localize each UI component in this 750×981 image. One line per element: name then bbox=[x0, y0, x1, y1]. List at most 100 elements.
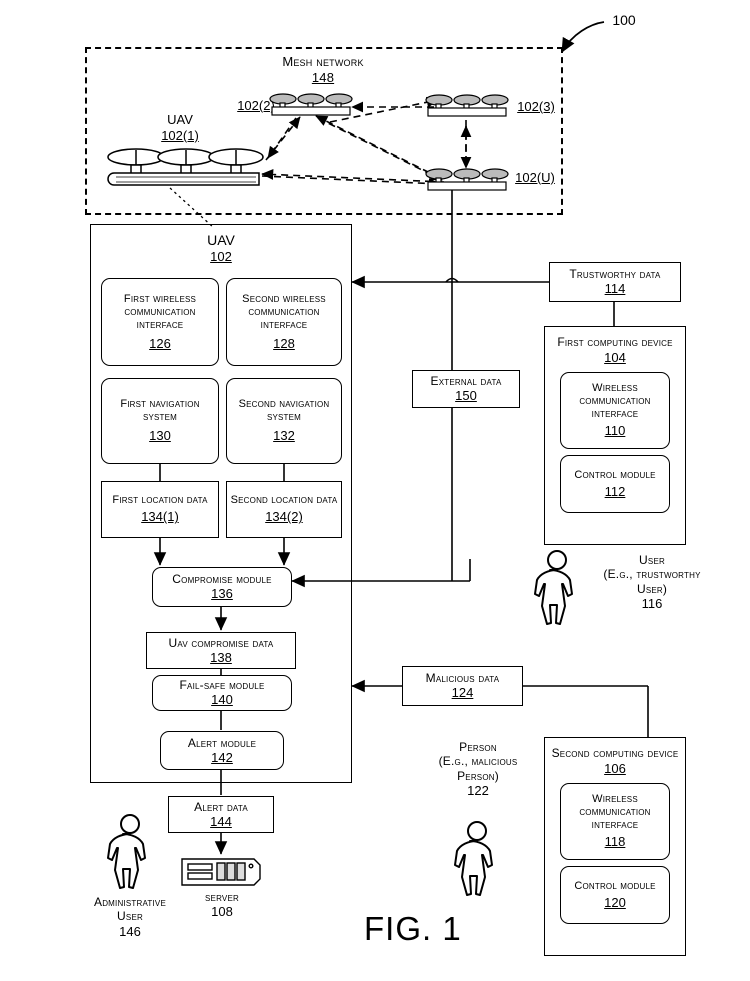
drone-icon-uav1 bbox=[107, 148, 264, 186]
fail-safe-module[interactable]: Fail-safe module 140 bbox=[152, 675, 292, 711]
alert-module[interactable]: Alert module 142 bbox=[160, 731, 284, 770]
first-navigation-system-ref: 130 bbox=[149, 428, 171, 444]
uav-compromise-data[interactable]: UAV compromise data 138 bbox=[146, 632, 296, 669]
external-data[interactable]: External Data 150 bbox=[412, 370, 520, 408]
system-ref-100: 100 bbox=[604, 12, 644, 29]
second-wireless-communication-interface[interactable]: Second wireless communication interface … bbox=[226, 278, 342, 366]
administrative-user-line1: Administrative bbox=[93, 895, 166, 909]
second-device-control-module[interactable]: Control module 120 bbox=[560, 865, 670, 924]
second-navigation-system-label: Second navigation system bbox=[238, 398, 330, 424]
patent-figure-page: Mesh Network 148 UAV 102(1) 102(2) 102(3… bbox=[0, 0, 750, 981]
administrative-user-ref: 146 bbox=[119, 923, 141, 939]
malicious-person-line3: person) bbox=[457, 768, 499, 783]
malicious-person-caption: Person (e.g., malicious person) 122 bbox=[420, 740, 536, 799]
first-computing-device-ref: 104 bbox=[604, 350, 626, 366]
first-location-data[interactable]: First location data 134(1) bbox=[101, 481, 219, 538]
mesh-network-ref: 148 bbox=[311, 69, 335, 85]
alert-data-ref: 144 bbox=[210, 813, 232, 829]
trustworthy-user-line2: (e.g., trustworthy bbox=[603, 567, 701, 582]
first-location-data-ref: 134(1) bbox=[141, 509, 179, 525]
alert-module-ref: 142 bbox=[211, 749, 233, 765]
second-device-wci-ref: 118 bbox=[604, 834, 626, 849]
trustworthy-data[interactable]: Trustworthy data 114 bbox=[549, 262, 681, 302]
second-computing-device[interactable]: Second computing device 106 Wireless com… bbox=[544, 737, 686, 956]
second-wireless-communication-interface-label: Second wireless communication interface bbox=[242, 292, 326, 331]
trustworthy-user-icon bbox=[534, 550, 573, 625]
mesh-uav1-caption: UAV 102(1) bbox=[140, 112, 220, 143]
mesh-network-title-text: Mesh Network bbox=[282, 54, 364, 69]
malicious-person-icon bbox=[454, 821, 493, 896]
alert-module-label: Alert module bbox=[187, 735, 257, 750]
drone-icon-uav2 bbox=[269, 93, 353, 116]
uav-title: UAV 102 bbox=[176, 232, 266, 264]
malicious-data-label: Malicious data bbox=[425, 671, 500, 686]
drone-icon-uavU bbox=[425, 168, 509, 191]
first-computing-device-label: First computing device bbox=[557, 335, 673, 349]
mesh-uav3-ref: 102(3) bbox=[508, 99, 564, 115]
system-ref-text: 100 bbox=[612, 12, 636, 28]
administrative-user-caption: Administrative user 146 bbox=[78, 895, 182, 939]
compromise-module-label: Compromise module bbox=[172, 572, 272, 587]
alert-data-label: Alert data bbox=[194, 799, 248, 814]
trustworthy-data-label: Trustworthy data bbox=[569, 267, 661, 282]
second-location-data-label: Second location data bbox=[230, 494, 338, 507]
second-device-wireless-communication-interface[interactable]: Wireless communication interface 118 bbox=[560, 782, 670, 860]
first-wireless-communication-interface-label: First wireless communication interface bbox=[123, 292, 197, 331]
server-ref: 108 bbox=[211, 904, 233, 920]
figure-caption-text: FIG. 1 bbox=[364, 910, 462, 947]
second-wireless-communication-interface-ref: 128 bbox=[273, 335, 295, 351]
second-device-control-module-ref: 120 bbox=[604, 894, 626, 910]
mesh-uavU-ref: 102(U) bbox=[504, 170, 566, 186]
figure-caption: FIG. 1 bbox=[364, 910, 462, 948]
uav-compromise-data-label: UAV compromise data bbox=[168, 635, 274, 650]
second-navigation-system[interactable]: Second navigation system 132 bbox=[226, 378, 342, 464]
first-wireless-communication-interface[interactable]: First wireless communication interface 1… bbox=[101, 278, 219, 366]
external-data-ref: 150 bbox=[455, 388, 477, 404]
second-computing-device-ref: 106 bbox=[604, 761, 626, 777]
second-device-control-module-label: Control module bbox=[574, 879, 656, 892]
compromise-module-ref: 136 bbox=[211, 586, 233, 602]
server-icon bbox=[181, 858, 261, 886]
first-navigation-system[interactable]: First navigation system 130 bbox=[101, 378, 219, 464]
malicious-data-ref: 124 bbox=[451, 685, 474, 701]
mesh-uav-label: UAV bbox=[167, 112, 193, 127]
administrative-user-icon bbox=[107, 814, 146, 889]
system-lead-line bbox=[561, 21, 605, 53]
server-title-text: Server bbox=[205, 890, 239, 904]
external-data-label: External Data bbox=[430, 374, 502, 389]
second-location-data[interactable]: Second location data 134(2) bbox=[226, 481, 342, 538]
first-device-control-module-ref: 112 bbox=[604, 483, 626, 499]
first-location-data-label: First location data bbox=[112, 494, 208, 507]
trustworthy-user-ref: 116 bbox=[641, 596, 663, 612]
malicious-person-line1: Person bbox=[459, 740, 497, 754]
mesh-uav3-ref-text: 102(3) bbox=[517, 99, 555, 114]
compromise-module[interactable]: Compromise module 136 bbox=[152, 567, 292, 607]
second-navigation-system-ref: 132 bbox=[273, 428, 295, 444]
alert-data[interactable]: Alert data 144 bbox=[168, 796, 274, 833]
second-device-wci-label: Wireless communication interface bbox=[579, 793, 651, 832]
first-device-wci-ref: 110 bbox=[604, 423, 626, 438]
administrative-user-line2: user bbox=[117, 909, 143, 924]
server-caption: Server 108 bbox=[186, 890, 258, 920]
first-device-wireless-communication-interface[interactable]: Wireless communication interface 110 bbox=[560, 371, 670, 449]
second-computing-device-label: Second computing device bbox=[551, 746, 679, 760]
first-computing-device[interactable]: First computing device 104 Wireless comm… bbox=[544, 326, 686, 545]
first-navigation-system-label: First navigation system bbox=[120, 398, 200, 424]
mesh-network-title: Mesh Network 148 bbox=[248, 54, 398, 85]
malicious-person-ref: 122 bbox=[467, 783, 489, 799]
uav-title-text: UAV bbox=[207, 232, 235, 248]
first-device-control-module-label: Control module bbox=[574, 468, 656, 481]
malicious-data[interactable]: Malicious data 124 bbox=[402, 666, 523, 706]
trustworthy-user-line3: user) bbox=[636, 581, 668, 596]
mesh-uavU-ref-text: 102(U) bbox=[515, 170, 555, 185]
first-wireless-communication-interface-ref: 126 bbox=[149, 335, 171, 351]
first-device-wci-label: Wireless communication interface bbox=[579, 382, 651, 421]
trustworthy-user-caption: User (e.g., trustworthy user) 116 bbox=[591, 553, 713, 612]
trustworthy-data-ref: 114 bbox=[604, 281, 626, 297]
first-device-control-module[interactable]: Control module 112 bbox=[560, 454, 670, 513]
second-location-data-ref: 134(2) bbox=[265, 509, 303, 525]
mesh-uav1-ref: 102(1) bbox=[161, 127, 199, 143]
fail-safe-module-ref: 140 bbox=[211, 692, 233, 708]
malicious-person-line2: (e.g., malicious bbox=[438, 754, 518, 769]
trustworthy-user-line1: User bbox=[639, 553, 665, 567]
